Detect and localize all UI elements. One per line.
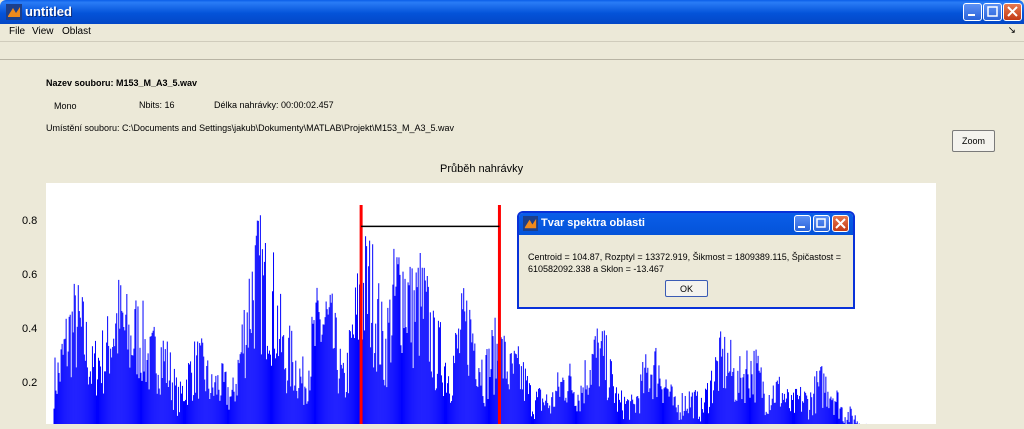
toolbar-divider (0, 59, 1024, 60)
ok-button[interactable]: OK (665, 280, 708, 297)
menu-bar: File View Oblast ↘ (0, 24, 1024, 42)
dialog-titlebar[interactable]: Tvar spektra oblasti (519, 213, 853, 235)
dialog-title: Tvar spektra oblasti (541, 217, 645, 229)
dialog-message: Centroid = 104.87, Rozptyl = 13372.919, … (528, 252, 842, 274)
plot-title: Průběh nahrávky (440, 163, 524, 175)
menu-oblast[interactable]: Oblast (62, 26, 91, 37)
maximize-button[interactable] (983, 3, 1002, 21)
ytick-label: 0.6 (22, 269, 38, 281)
menu-file[interactable]: File (9, 26, 25, 37)
file-name-label: Nazev souboru: M153_M_A3_5.wav (46, 78, 198, 88)
matlab-icon (6, 4, 22, 20)
maximize-icon (987, 6, 998, 17)
menu-view[interactable]: View (32, 26, 54, 37)
nbits-label: Nbits: 16 (139, 100, 175, 110)
ytick-label: 0.8 (22, 215, 38, 227)
minimize-icon (798, 226, 805, 228)
close-icon (1007, 6, 1018, 17)
matlab-icon (523, 216, 538, 231)
close-button[interactable] (1003, 3, 1022, 21)
channels-label: Mono (54, 101, 77, 111)
close-icon (835, 218, 846, 229)
ytick-label: 0.2 (22, 377, 38, 389)
ytick-label: 0.4 (22, 323, 38, 335)
duration-label: Délka nahrávky: 00:00:02.457 (214, 100, 334, 110)
dock-arrow-icon[interactable]: ↘ (1008, 25, 1016, 36)
minimize-icon (968, 14, 975, 16)
window-titlebar[interactable]: untitled (0, 0, 1024, 24)
window-title: untitled (25, 4, 72, 19)
spectrum-dialog: Tvar spektra oblasti Centroid = 104.87, … (517, 211, 855, 309)
dialog-maximize-button[interactable] (813, 215, 830, 232)
dialog-close-button[interactable] (832, 215, 849, 232)
dialog-minimize-button[interactable] (794, 215, 811, 232)
maximize-icon (816, 218, 826, 228)
file-location-label: Umístění souboru: C:\Documents and Setti… (46, 123, 455, 133)
zoom-button[interactable]: Zoom (952, 130, 995, 152)
minimize-button[interactable] (963, 3, 982, 21)
